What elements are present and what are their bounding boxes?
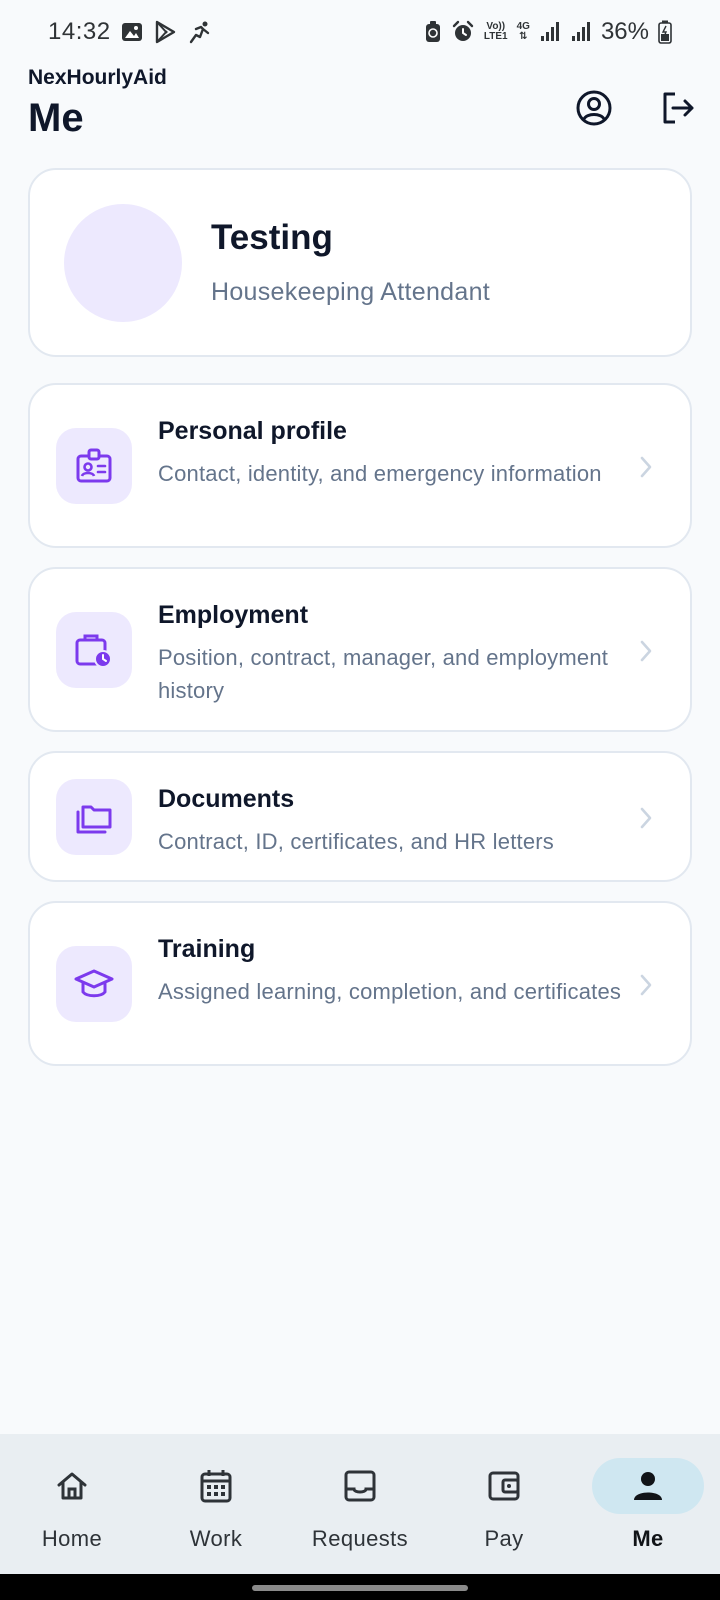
menu-item-subtitle: Position, contract, manager, and employm… <box>158 645 609 703</box>
chevron-right-icon <box>636 637 656 665</box>
nav-icon-wrap <box>592 1458 704 1514</box>
status-left: 14:32 <box>48 18 213 46</box>
chevron-right-icon <box>636 453 656 481</box>
menu-item-title: Employment <box>158 601 309 629</box>
home-indicator[interactable] <box>252 1585 468 1591</box>
menu-item-training[interactable]: Training Assigned learning, completion, … <box>28 901 692 1066</box>
menu-item-documents[interactable]: Documents Contract, ID, certificates, an… <box>28 751 692 882</box>
page-title: Me <box>28 96 84 140</box>
nav-item-requests[interactable]: Requests <box>288 1434 432 1574</box>
inbox-icon <box>344 1470 376 1502</box>
signal-icon <box>539 21 561 43</box>
menu-item-title: Training <box>158 935 256 963</box>
profile-name: Testing <box>211 218 333 257</box>
chevron-right-icon <box>636 971 656 999</box>
volte-indicator: Vo)) LTE1 <box>484 22 508 42</box>
status-time: 14:32 <box>48 18 111 45</box>
menu-item-employment[interactable]: Employment Position, contract, manager, … <box>28 567 692 732</box>
status-bar: 14:32 Vo)) LTE1 4G ⇅ 36% <box>0 0 720 64</box>
menu-item-subtitle: Assigned learning, completion, and certi… <box>158 979 622 1004</box>
home-icon <box>57 1472 87 1500</box>
chevron-right-icon <box>636 804 656 832</box>
avatar <box>64 204 182 322</box>
menu-item-title: Documents <box>158 785 295 813</box>
battery-saver-icon <box>424 20 442 44</box>
nav-label: Work <box>189 1526 243 1551</box>
person-icon <box>634 1472 662 1500</box>
signal-icon <box>570 21 592 43</box>
nav-item-pay[interactable]: Pay <box>432 1434 576 1574</box>
nav-icon-wrap <box>160 1458 272 1514</box>
profile-role: Housekeeping Attendant <box>211 278 491 306</box>
graduation-cap-icon <box>56 946 132 1022</box>
activity-icon <box>187 20 213 44</box>
nav-icon-wrap <box>304 1458 416 1514</box>
wallet-icon <box>488 1471 520 1501</box>
nav-item-me[interactable]: Me <box>576 1434 720 1574</box>
menu-item-title: Personal profile <box>158 417 347 445</box>
id-badge-icon <box>56 428 132 504</box>
nav-label: Me <box>632 1526 664 1551</box>
app-name: NexHourlyAid <box>28 66 167 89</box>
nav-item-work[interactable]: Work <box>144 1434 288 1574</box>
menu-item-personal-profile[interactable]: Personal profile Contact, identity, and … <box>28 383 692 548</box>
nav-icon-wrap <box>16 1458 128 1514</box>
logout-icon <box>663 92 694 124</box>
play-store-icon <box>153 20 177 44</box>
account-circle-icon <box>576 90 612 126</box>
logout-button[interactable] <box>656 86 700 130</box>
nav-item-home[interactable]: Home <box>0 1434 144 1574</box>
lte-label: LTE1 <box>483 31 508 42</box>
nav-icon-wrap <box>448 1458 560 1514</box>
battery-icon <box>658 20 672 44</box>
gallery-icon <box>121 21 143 43</box>
briefcase-clock-icon <box>56 612 132 688</box>
account-button[interactable] <box>572 86 616 130</box>
profile-card: Testing Housekeeping Attendant <box>28 168 692 357</box>
bottom-nav: Home Work Requests Pay Me <box>0 1434 720 1574</box>
network-gen-indicator: 4G ⇅ <box>517 22 530 42</box>
status-right: Vo)) LTE1 4G ⇅ 36% <box>424 18 672 46</box>
nav-label: Home <box>41 1526 103 1551</box>
data-arrows-icon: ⇅ <box>519 31 528 42</box>
menu-item-subtitle: Contact, identity, and emergency informa… <box>158 461 602 486</box>
system-nav-bar <box>0 1574 720 1600</box>
alarm-icon <box>451 20 475 44</box>
folders-icon <box>56 779 132 855</box>
nav-label: Requests <box>311 1526 409 1551</box>
calendar-icon <box>200 1470 232 1503</box>
menu-item-subtitle: Contract, ID, certificates, and HR lette… <box>158 829 554 854</box>
nav-label: Pay <box>484 1526 524 1551</box>
battery-percent: 36% <box>600 18 649 45</box>
